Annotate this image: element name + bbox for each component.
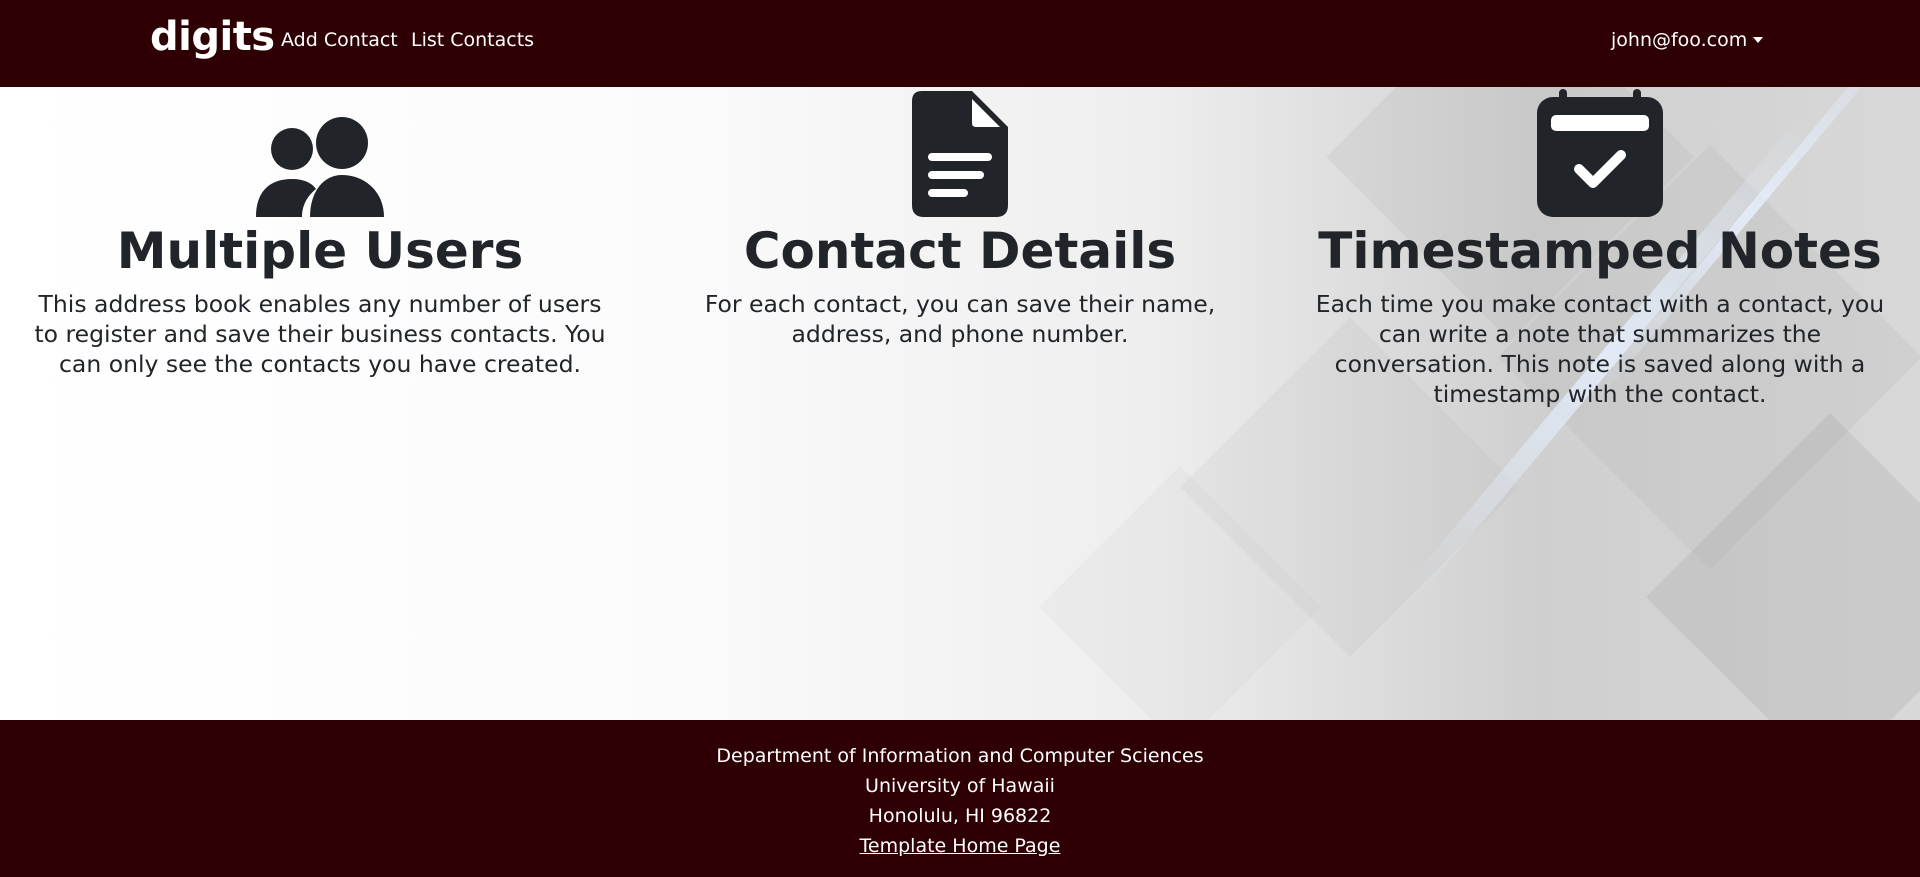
navbar: digits Add Contact List Contacts john@fo…	[0, 0, 1920, 87]
feature-description: Each time you make contact with a contac…	[1315, 290, 1885, 408]
nav-add-contact-link[interactable]: Add Contact	[281, 29, 398, 51]
calendar-check-icon	[1537, 89, 1663, 217]
footer-department: Department of Information and Computer S…	[716, 745, 1204, 767]
footer-address: Honolulu, HI 96822	[868, 805, 1052, 827]
landing-main: Multiple Users This address book enables…	[0, 87, 1920, 720]
footer-university: University of Hawaii	[865, 775, 1055, 797]
feature-contact-details: Contact Details For each contact, you ca…	[660, 87, 1260, 349]
users-icon	[256, 117, 384, 217]
caret-down-icon	[1753, 37, 1764, 43]
file-text-icon	[912, 91, 1008, 217]
feature-multiple-users: Multiple Users This address book enables…	[20, 87, 620, 379]
nav-list-contacts-link[interactable]: List Contacts	[411, 29, 534, 51]
user-email: john@foo.com	[1611, 29, 1748, 51]
feature-title: Timestamped Notes	[1318, 222, 1882, 280]
feature-description: For each contact, you can save their nam…	[704, 290, 1216, 348]
feature-title: Contact Details	[743, 222, 1177, 280]
feature-title: Multiple Users	[116, 222, 524, 280]
feature-timestamped-notes: Timestamped Notes Each time you make con…	[1300, 87, 1900, 409]
brand-logo-link[interactable]: digits	[150, 14, 275, 60]
footer: Department of Information and Computer S…	[0, 720, 1920, 877]
user-dropdown-toggle[interactable]: john@foo.com	[1611, 29, 1764, 51]
template-home-page-link[interactable]: Template Home Page	[860, 835, 1061, 857]
feature-description: This address book enables any number of …	[34, 290, 606, 378]
